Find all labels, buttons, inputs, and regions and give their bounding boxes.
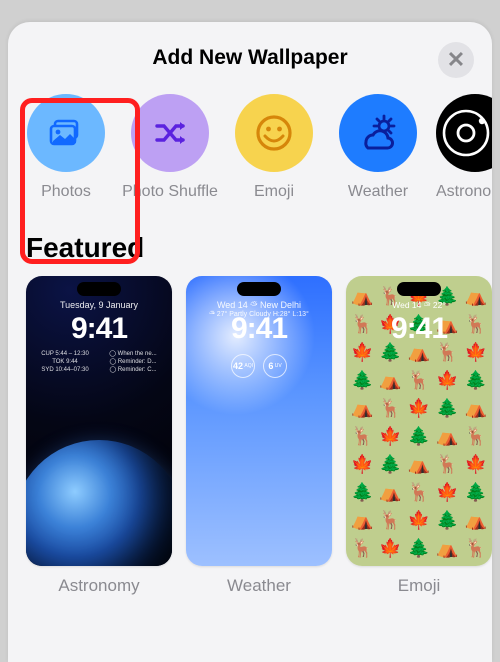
category-row[interactable]: Photos Photo Shuffle xyxy=(8,94,492,202)
lock-widgets: CUP 5:44 – 12:30 TOK 9:44 SYD 10:44–07:3… xyxy=(34,350,164,374)
category-label: Photos xyxy=(18,182,114,202)
notch xyxy=(77,282,121,296)
lock-date: Wed 14 ⛅︎ 22° xyxy=(346,300,492,311)
featured-row[interactable]: Tuesday, 9 January 9:41 CUP 5:44 – 12:30… xyxy=(8,276,492,596)
thumb-astronomy: Tuesday, 9 January 9:41 CUP 5:44 – 12:30… xyxy=(26,276,172,566)
notch xyxy=(237,282,281,296)
section-heading-featured: Featured xyxy=(26,232,492,264)
featured-label: Astronomy xyxy=(26,576,172,596)
category-photos[interactable]: Photos xyxy=(18,94,114,202)
featured-label: Weather xyxy=(186,576,332,596)
notch xyxy=(397,282,441,296)
featured-card-weather[interactable]: Wed 14 ⛅︎ New Delhi ⛅︎ 27° Partly Cloudy… xyxy=(186,276,332,596)
weather-icon xyxy=(339,94,417,172)
thumb-emoji: ⛺🦌🍁🌲⛺🦌🍁🌲⛺🦌🍁🌲⛺🦌🍁🌲⛺🦌🍁🌲⛺🦌🍁🌲⛺🦌🍁🌲⛺🦌🍁🌲⛺🦌🍁🌲⛺🦌🍁🌲… xyxy=(346,276,492,566)
category-label: Emoji xyxy=(226,182,322,202)
category-label: Photo Shuffle xyxy=(122,182,218,202)
thumb-weather: Wed 14 ⛅︎ New Delhi ⛅︎ 27° Partly Cloudy… xyxy=(186,276,332,566)
lock-time: 9:41 xyxy=(26,312,172,346)
close-button[interactable]: ✕ xyxy=(438,42,474,78)
astronomy-icon xyxy=(436,94,492,172)
lock-time: 9:41 xyxy=(346,312,492,346)
category-label: Astronomy xyxy=(436,182,492,202)
category-emoji[interactable]: Emoji xyxy=(226,94,322,202)
category-astronomy[interactable]: Astronomy xyxy=(434,94,492,202)
emoji-icon xyxy=(235,94,313,172)
lock-date: Tuesday, 9 January xyxy=(26,300,172,310)
category-label: Weather xyxy=(330,182,426,202)
add-wallpaper-sheet: Add New Wallpaper ✕ Photos xyxy=(8,22,492,662)
featured-label: Emoji xyxy=(346,576,492,596)
close-icon: ✕ xyxy=(447,49,465,71)
lock-time: 9:41 xyxy=(186,312,332,346)
lock-date: Wed 14 ⛅︎ New Delhi xyxy=(186,300,332,311)
earth-graphic xyxy=(26,440,172,566)
category-photo-shuffle[interactable]: Photo Shuffle xyxy=(122,94,218,202)
featured-card-emoji[interactable]: ⛺🦌🍁🌲⛺🦌🍁🌲⛺🦌🍁🌲⛺🦌🍁🌲⛺🦌🍁🌲⛺🦌🍁🌲⛺🦌🍁🌲⛺🦌🍁🌲⛺🦌🍁🌲⛺🦌🍁🌲… xyxy=(346,276,492,596)
photos-icon xyxy=(27,94,105,172)
title-bar: Add New Wallpaper ✕ xyxy=(8,22,492,94)
featured-card-astronomy[interactable]: Tuesday, 9 January 9:41 CUP 5:44 – 12:30… xyxy=(26,276,172,596)
shuffle-icon xyxy=(131,94,209,172)
category-weather[interactable]: Weather xyxy=(330,94,426,202)
page-title: Add New Wallpaper xyxy=(152,46,347,70)
lock-widget-circles: 42 AQI 6 UV xyxy=(186,354,332,378)
